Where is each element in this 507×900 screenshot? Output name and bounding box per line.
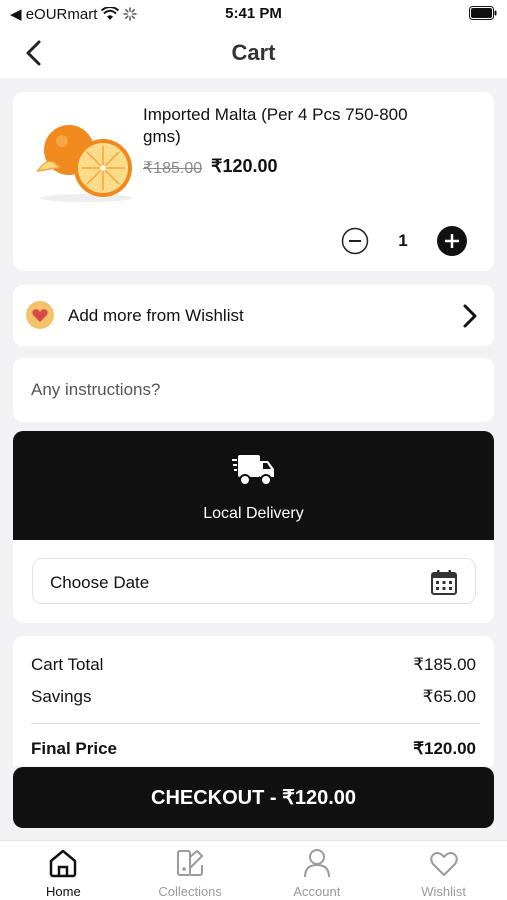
account-icon <box>303 849 330 878</box>
summary-divider <box>31 723 480 724</box>
bottom-tab-bar: Home Collections Account Wishlist <box>0 840 507 900</box>
cart-total-label: Cart Total <box>31 655 104 674</box>
collections-icon <box>177 850 204 876</box>
local-delivery-label: Local Delivery <box>203 505 304 522</box>
sale-price: ₹120.00 <box>211 156 278 176</box>
product-image <box>36 125 132 202</box>
product-name: Imported Malta (Per 4 Pcs 750-800 gms) <box>143 105 408 146</box>
tab-collections[interactable]: Collections <box>127 841 254 900</box>
tab-account-label: Account <box>293 884 341 899</box>
checkout-button[interactable]: CHECKOUT - ₹120.00 <box>13 767 494 828</box>
tab-account[interactable]: Account <box>254 841 381 900</box>
tab-wishlist-label: Wishlist <box>421 884 467 899</box>
delivery-truck-icon <box>232 455 274 486</box>
final-price-value: ₹120.00 <box>413 739 476 758</box>
wishlist-label: Add more from Wishlist <box>68 306 244 325</box>
date-picker-area: Choose Date <box>13 540 494 623</box>
tab-home[interactable]: Home <box>0 841 127 900</box>
add-from-wishlist-row[interactable]: Add more from Wishlist <box>13 285 494 346</box>
savings-value: ₹65.00 <box>422 687 476 706</box>
tab-wishlist[interactable]: Wishlist <box>380 841 507 900</box>
choose-date-label: Choose Date <box>50 573 150 592</box>
price-summary-card: Cart Total ₹185.00 Savings ₹65.00 Final … <box>13 636 494 766</box>
status-bar: ◀ eOURmart 5:41 PM <box>0 0 507 28</box>
battery-icon <box>469 6 497 25</box>
instructions-input[interactable] <box>13 358 494 422</box>
tab-home-label: Home <box>46 884 81 899</box>
calendar-icon <box>431 570 457 595</box>
instructions-card <box>13 358 494 422</box>
cart-total-value: ₹185.00 <box>413 655 476 674</box>
quantity-value: 1 <box>398 231 408 250</box>
local-delivery-option[interactable]: Local Delivery <box>13 431 494 540</box>
tab-collections-label: Collections <box>158 884 222 899</box>
increase-quantity-button[interactable] <box>436 225 468 257</box>
choose-date-field[interactable]: Choose Date <box>32 558 476 604</box>
cart-item-card: Imported Malta (Per 4 Pcs 750-800 gms) ₹… <box>13 92 494 271</box>
heart-badge-icon <box>26 301 54 329</box>
original-price: ₹185.00 <box>143 160 203 177</box>
heart-icon <box>429 852 458 876</box>
savings-label: Savings <box>31 687 92 706</box>
home-icon <box>50 849 77 878</box>
final-price-label: Final Price <box>31 739 117 758</box>
decrease-quantity-button[interactable] <box>341 227 369 255</box>
status-bar-time: 5:41 PM <box>225 5 282 22</box>
page-title: Cart <box>231 40 276 65</box>
chevron-right-icon <box>463 304 477 328</box>
nav-bar: Cart <box>0 28 507 78</box>
